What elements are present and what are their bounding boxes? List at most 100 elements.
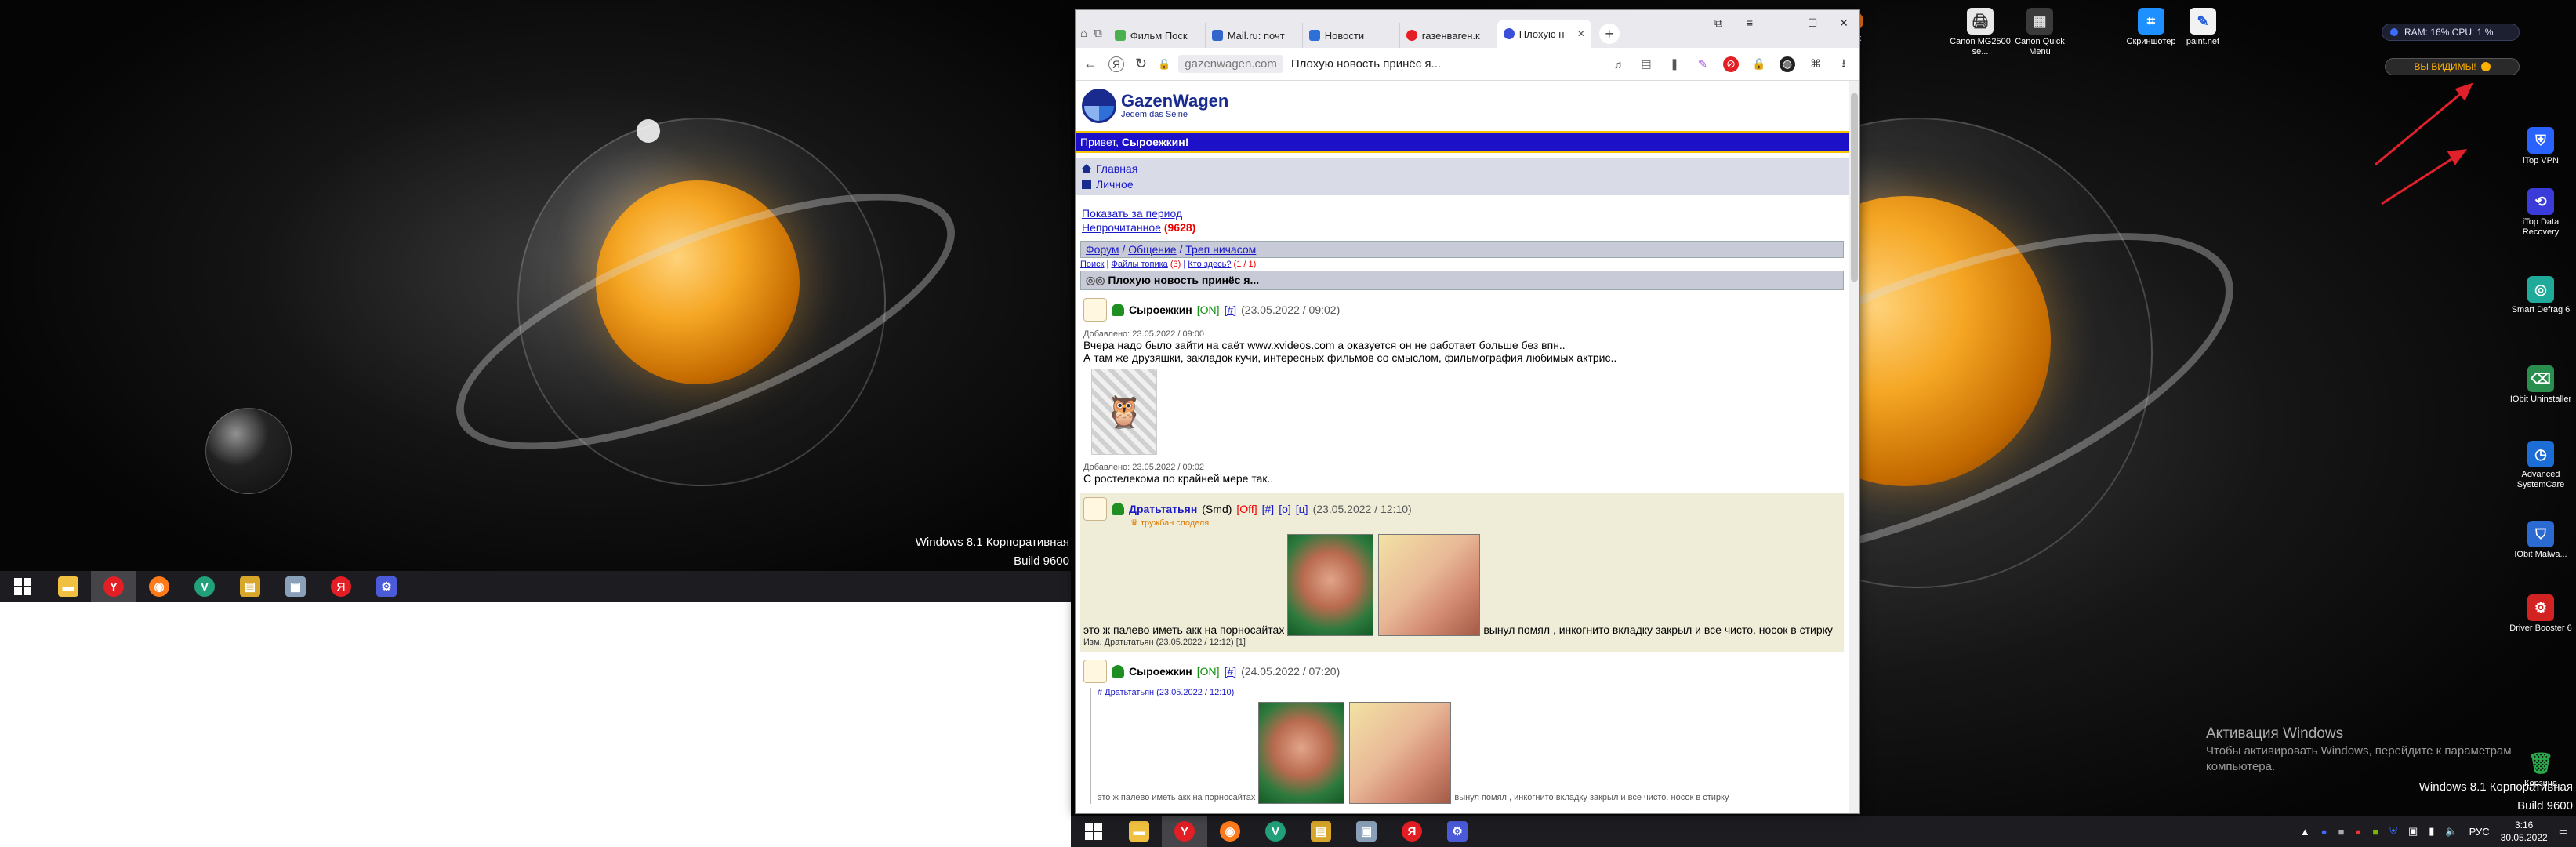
headphones-icon[interactable]: ♫ — [1610, 56, 1626, 72]
tabs-icon[interactable]: ⧉ — [1094, 27, 1102, 40]
meme-photo-image[interactable] — [1349, 702, 1452, 804]
desktop-icon-advanced-systemcare[interactable]: ◷ Advanced SystemCare — [2509, 441, 2572, 490]
tray-app-icon[interactable]: ● — [2321, 826, 2327, 838]
page-scrollbar[interactable] — [1849, 81, 1859, 813]
url-field[interactable]: 🔒 gazenwagen.com Плохую новость принёс я… — [1158, 55, 1441, 73]
taskbar-remote[interactable]: ▣ — [273, 571, 318, 602]
maximize-button[interactable]: ☐ — [1797, 10, 1828, 35]
taskbar-remote[interactable]: ▣ — [1344, 816, 1389, 847]
tray-network-icon[interactable]: ▮ — [2429, 825, 2434, 838]
notifications-icon[interactable]: ▭ — [2559, 825, 2568, 838]
tab-mail[interactable]: Mail.ru: почт — [1206, 23, 1303, 48]
taskbar-yandex[interactable]: Я — [318, 571, 364, 602]
yandex-logo-icon[interactable]: Я — [1108, 56, 1124, 72]
tab-gazenwagen-search[interactable]: газенваген.к — [1400, 23, 1497, 48]
avatar[interactable] — [1083, 660, 1107, 683]
breadcrumb-forum[interactable]: Форум — [1086, 243, 1119, 256]
tray-clock[interactable]: 3:16 30.05.2022 — [2501, 819, 2548, 844]
tab-close-icon[interactable]: ✕ — [1577, 28, 1585, 39]
tray-shield-icon[interactable]: ⛨ — [2389, 825, 2397, 838]
breadcrumb-general[interactable]: Общение — [1128, 243, 1176, 256]
minimize-button[interactable]: — — [1765, 10, 1797, 35]
translate-icon[interactable]: ⌘ — [1808, 56, 1823, 72]
tray-app-icon[interactable]: ▣ — [2408, 825, 2418, 838]
ram-cpu-widget[interactable]: RAM: 16% CPU: 1 % — [2382, 24, 2520, 41]
unread-link[interactable]: Непрочитанное — [1082, 221, 1161, 234]
taskbar-vpn[interactable]: V — [1253, 816, 1298, 847]
post-permalink[interactable]: [#] — [1262, 503, 1275, 515]
post-author[interactable]: Сыроежкин — [1129, 304, 1192, 316]
meme-face-image[interactable] — [1258, 702, 1345, 804]
start-button[interactable] — [1071, 816, 1116, 847]
taskbar-yandex[interactable]: Я — [1389, 816, 1435, 847]
tab-active-thread[interactable]: Плохую н ✕ — [1497, 20, 1591, 48]
tray-app-icon[interactable]: ● — [2355, 826, 2361, 838]
post-author[interactable]: Сыроежкин — [1129, 665, 1192, 678]
taskbar-firefox[interactable]: ◉ — [1207, 816, 1253, 847]
avatar[interactable] — [1083, 298, 1107, 322]
scrollbar-thumb[interactable] — [1851, 93, 1858, 282]
bookmarks-icon[interactable]: ⧉ — [1703, 10, 1734, 35]
avatar[interactable] — [1083, 497, 1107, 521]
post-author[interactable]: Дратьтатьян — [1129, 503, 1197, 515]
tray-chevron-icon[interactable]: ▲ — [2300, 826, 2310, 838]
meme-face-image[interactable] — [1287, 534, 1374, 636]
start-button[interactable] — [0, 571, 45, 602]
desktop-icon-iobit-malware[interactable]: ⛉ IObit Malwa... — [2509, 521, 2572, 560]
desktop-icon-canon-mg2500[interactable]: 🖨 Canon MG2500 se... — [1949, 8, 2012, 57]
who-here-link[interactable]: Кто здесь? — [1188, 260, 1231, 269]
desktop-icon-iobit-uninstaller[interactable]: ⌫ IObit Uninstaller — [2509, 365, 2572, 405]
taskbar-yandex-browser[interactable]: Y — [91, 571, 136, 602]
desktop-icon-smart-defrag[interactable]: ◎ Smart Defrag 6 — [2509, 276, 2572, 315]
desktop-icon-canon-quick-menu[interactable]: ▦ Canon Quick Menu — [2008, 8, 2071, 57]
bookmark-icon[interactable]: ❚ — [1667, 56, 1682, 72]
taskbar-yandex-browser[interactable]: Y — [1162, 816, 1207, 847]
close-button[interactable]: ✕ — [1828, 10, 1859, 35]
windows-version: Windows 8.1 Корпоративная Build 9600 — [916, 533, 1069, 571]
adblock-icon[interactable]: ⊘ — [1723, 56, 1739, 72]
post-quote-link[interactable]: [ц] — [1296, 503, 1308, 515]
vpn-extension-icon[interactable]: ◍ — [1780, 56, 1795, 72]
taskbar-vpn[interactable]: V — [182, 571, 227, 602]
post-permalink[interactable]: [#] — [1225, 304, 1237, 316]
taskbar-explorer[interactable]: ▬ — [45, 571, 91, 602]
visibility-widget[interactable]: ВЫ ВИДИМЫ! — [2385, 58, 2520, 75]
desktop-icon-itop-vpn[interactable]: ⛨ iTop VPN — [2509, 127, 2572, 166]
post-permalink[interactable]: [#] — [1225, 665, 1237, 678]
menu-icon[interactable]: ≡ — [1734, 10, 1765, 35]
menu-personal-link[interactable]: Личное — [1082, 176, 1842, 192]
pen-icon[interactable]: ✎ — [1695, 56, 1711, 72]
unread-close: ) — [1192, 221, 1196, 234]
desktop-icon-paintnet[interactable]: ✎ paint.net — [2171, 8, 2234, 47]
taskbar-explorer[interactable]: ▬ — [1116, 816, 1162, 847]
new-tab-button[interactable]: + — [1598, 24, 1620, 44]
download-icon[interactable]: ⭳ — [1836, 56, 1852, 72]
taskbar-archive[interactable]: ▤ — [1298, 816, 1344, 847]
reader-icon[interactable]: ▤ — [1638, 56, 1654, 72]
topic-files-link[interactable]: Файлы топика — [1111, 260, 1167, 269]
taskbar-firefox[interactable]: ◉ — [136, 571, 182, 602]
taskbar-system-tool[interactable]: ⚙ — [1435, 816, 1480, 847]
post-reply-link[interactable]: [о] — [1279, 503, 1291, 515]
home-icon[interactable]: ⌂ — [1080, 27, 1087, 40]
back-button[interactable]: ← — [1083, 56, 1098, 72]
tray-app-icon[interactable]: ■ — [2338, 826, 2345, 838]
taskbar-archive[interactable]: ▤ — [227, 571, 273, 602]
tray-volume-icon[interactable]: 🔈 — [2445, 825, 2458, 838]
tab-film[interactable]: Фильм Поск — [1108, 23, 1206, 48]
tray-language[interactable]: РУС — [2469, 826, 2490, 838]
tray-nvidia-icon[interactable]: ■ — [2372, 826, 2378, 838]
taskbar-system-tool[interactable]: ⚙ — [364, 571, 409, 602]
post-header: Сыроежкин [ON] [#] (23.05.2022 / 09:02) — [1083, 298, 1841, 322]
desktop-icon-itop-data-recovery[interactable]: ⟲ iTop Data Recovery — [2509, 188, 2572, 238]
topic-search-link[interactable]: Поиск — [1080, 260, 1104, 269]
meme-photo-image[interactable] — [1378, 534, 1481, 636]
lock-extension-icon[interactable]: 🔒 — [1751, 56, 1767, 72]
desktop-icon-driver-booster[interactable]: ⚙ Driver Booster 6 — [2509, 594, 2572, 634]
menu-home-link[interactable]: Главная — [1082, 161, 1842, 176]
breadcrumb-chatter[interactable]: Треп ничасом — [1185, 243, 1256, 256]
site-logo[interactable]: GazenWagen Jedem das Seine — [1076, 81, 1849, 131]
reload-button[interactable]: ↻ — [1135, 56, 1147, 72]
tab-news[interactable]: Новости — [1303, 23, 1400, 48]
show-period-link[interactable]: Показать за период — [1082, 207, 1182, 220]
